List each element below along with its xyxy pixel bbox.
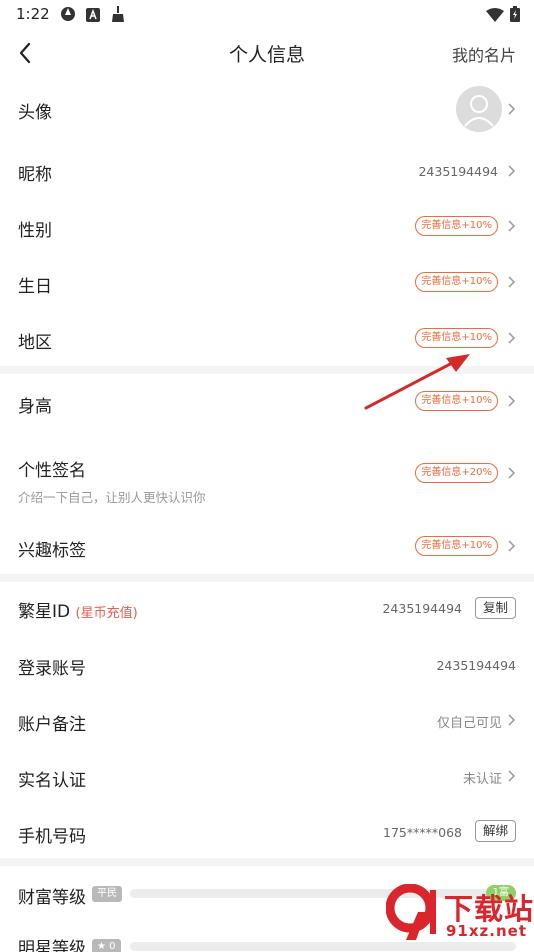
avatar-row[interactable]: 头像 (0, 80, 534, 138)
complete-info-badge: 完善信息+20% (415, 463, 498, 483)
nav-bar: 个人信息 我的名片 (0, 30, 534, 76)
aperture-icon (60, 6, 76, 26)
chevron-right-icon (507, 466, 516, 480)
status-bar: 1:22 (0, 0, 534, 30)
complete-info-badge: 完善信息+10% (415, 272, 498, 292)
default-avatar-icon (464, 95, 494, 127)
my-card-link[interactable]: 我的名片 (452, 42, 516, 66)
region-label: 地区 (18, 333, 52, 353)
section-divider (0, 858, 534, 866)
chevron-right-icon (507, 219, 516, 233)
phone-row: 手机号码 175*****068 解绑 (0, 804, 534, 858)
real-name-status: 未认证 (462, 772, 502, 787)
chevron-right-icon (507, 275, 516, 289)
watermark: 下载站 91xz.net (384, 872, 534, 952)
watermark-logo-icon (386, 884, 436, 940)
section-divider (0, 574, 534, 582)
broom-icon (110, 6, 126, 26)
signature-label: 个性签名 (18, 461, 86, 481)
chevron-right-icon (507, 769, 516, 783)
real-name-row[interactable]: 实名认证 未认证 (0, 748, 534, 804)
star-level-value: 0 (109, 941, 116, 952)
signature-row[interactable]: 个性签名 介绍一下自己，让别人更快认识你 完善信息+20% (0, 430, 534, 520)
star-level-tag: ★ 0 (92, 939, 121, 952)
chevron-right-icon (507, 394, 516, 408)
chevron-right-icon (507, 331, 516, 345)
interests-label: 兴趣标签 (18, 541, 86, 561)
watermark-url: 91xz.net (446, 922, 528, 940)
chevron-right-icon (507, 539, 516, 553)
account-remark-label: 账户备注 (18, 715, 86, 735)
height-row[interactable]: 身高 完善信息+10% (0, 374, 534, 430)
avatar[interactable] (456, 86, 502, 132)
nickname-row[interactable]: 昵称 2435194494 (0, 142, 534, 198)
star-id-text: 繁星ID (18, 602, 71, 622)
a-box-icon (86, 7, 100, 26)
complete-info-badge: 完善信息+10% (415, 216, 498, 236)
wealth-level-tag: 平民 (92, 886, 122, 902)
login-account-label: 登录账号 (18, 659, 86, 679)
star-coin-recharge-link[interactable]: (星币充值) (76, 606, 138, 621)
star-badge-icon: ★ (97, 941, 110, 952)
gender-label: 性别 (18, 221, 52, 241)
status-time: 1:22 (16, 5, 50, 23)
battery-icon (510, 6, 520, 26)
chevron-right-icon (507, 164, 516, 178)
nickname-value: 2435194494 (418, 164, 498, 179)
unbind-button[interactable]: 解绑 (474, 820, 516, 842)
complete-info-badge: 完善信息+10% (415, 536, 498, 556)
height-label: 身高 (18, 397, 52, 417)
star-id-row: 繁星ID (星币充值) 2435194494 复制 (0, 582, 534, 634)
section-divider (0, 366, 534, 374)
star-level-label: 明星等级 (18, 939, 86, 952)
star-id-value: 2435194494 (382, 601, 462, 616)
copy-button[interactable]: 复制 (474, 597, 516, 619)
nickname-label: 昵称 (18, 165, 52, 185)
birthday-row[interactable]: 生日 完善信息+10% (0, 254, 534, 310)
chevron-right-icon (507, 713, 516, 727)
avatar-label: 头像 (18, 103, 52, 123)
account-remark-value: 仅自己可见 (436, 716, 502, 731)
birthday-label: 生日 (18, 277, 52, 297)
complete-info-badge: 完善信息+10% (415, 391, 498, 411)
wifi-icon (486, 7, 504, 26)
account-remark-row[interactable]: 账户备注 仅自己可见 (0, 692, 534, 748)
login-account-row: 登录账号 2435194494 (0, 636, 534, 692)
gender-row[interactable]: 性别 完善信息+10% (0, 198, 534, 254)
login-account-value: 2435194494 (436, 658, 516, 673)
star-id-label: 繁星ID (星币充值) (18, 597, 138, 622)
region-row[interactable]: 地区 完善信息+10% (0, 310, 534, 366)
interests-row[interactable]: 兴趣标签 完善信息+10% (0, 520, 534, 572)
wealth-level-label: 财富等级 (18, 888, 86, 908)
signature-hint: 介绍一下自己，让别人更快认识你 (18, 490, 206, 505)
chevron-right-icon (507, 102, 516, 116)
real-name-label: 实名认证 (18, 771, 86, 791)
complete-info-badge: 完善信息+10% (415, 328, 498, 348)
phone-label: 手机号码 (18, 827, 86, 847)
phone-value: 175*****068 (383, 825, 462, 840)
